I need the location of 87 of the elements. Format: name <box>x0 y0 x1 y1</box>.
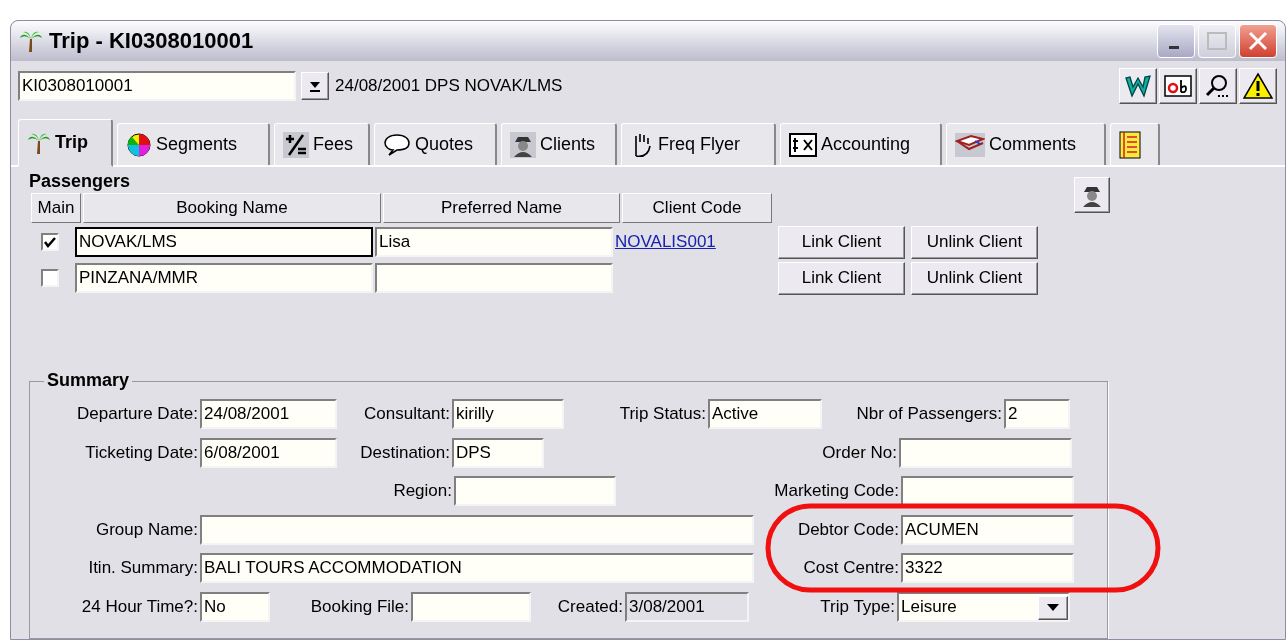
window-title: Trip - KI0308010001 <box>49 28 255 54</box>
client-link-button[interactable]: Link Client <box>778 225 905 259</box>
text-field[interactable]: BALI TOURS ACCOMMODATION <box>200 553 754 584</box>
field-label: 24 Hour Time?: <box>81 596 199 617</box>
field-label: Ticketing Date: <box>85 442 199 463</box>
tab[interactable]: Freq Flyer <box>621 123 776 165</box>
booking-name-field[interactable]: NOVAK/LMS <box>75 227 373 257</box>
field-label: Consultant: <box>364 404 451 424</box>
color-wheel-icon <box>126 131 152 158</box>
field-label: Booking File: <box>310 596 410 617</box>
field-label: Itin. Summary: <box>88 558 199 579</box>
text-field[interactable]: 6/08/2001 <box>200 437 337 468</box>
close-button[interactable] <box>1239 24 1277 58</box>
toolbar-button[interactable] <box>1119 68 1157 104</box>
tab[interactable] <box>1110 123 1160 165</box>
tab[interactable]: Accounting <box>780 123 942 165</box>
client-code-link[interactable]: NOVALIS001 <box>615 232 716 251</box>
field-label: Created: <box>557 596 624 617</box>
tab[interactable]: Trip <box>18 119 113 167</box>
text-field[interactable]: Active <box>708 399 822 429</box>
ledger-icon <box>789 132 817 157</box>
maximize-icon <box>1207 32 1227 50</box>
preferred-name-field[interactable]: Lisa <box>375 227 613 257</box>
trip-summary-text: 24/08/2001 DPS NOVAK/LMS <box>335 76 564 96</box>
text-field[interactable]: ACUMEN <box>901 514 1074 545</box>
zigzag-icon <box>1124 72 1152 100</box>
field-label: Trip Type: <box>820 596 896 617</box>
column-header[interactable]: Booking Name <box>83 193 381 223</box>
minimize-icon <box>1169 45 1179 49</box>
trip-number-field[interactable]: KI0308010001 <box>18 71 296 101</box>
client-link-button[interactable]: Unlink Client <box>911 261 1038 295</box>
tab[interactable]: Comments <box>946 123 1106 165</box>
text-field[interactable] <box>411 591 531 622</box>
caret-icon <box>308 80 322 92</box>
main-checkbox[interactable] <box>41 233 59 251</box>
field-label: Trip Status: <box>619 404 707 424</box>
column-header[interactable]: Client Code <box>622 193 772 223</box>
text-field[interactable] <box>200 514 754 545</box>
field-label: Departure Date: <box>77 404 199 424</box>
plus-minus-icon <box>283 131 309 158</box>
field-label: Debtor Code: <box>797 519 900 540</box>
client-link-button[interactable]: Unlink Client <box>911 225 1038 259</box>
column-header[interactable]: Preferred Name <box>383 193 620 223</box>
warning-icon <box>1243 72 1273 100</box>
notebook-icon <box>1119 130 1141 159</box>
tab[interactable]: Quotes <box>374 123 497 165</box>
close-icon <box>1247 30 1269 52</box>
toolbar-button[interactable] <box>1159 68 1197 104</box>
dropdown-button[interactable] <box>301 72 329 100</box>
caret-icon <box>1047 603 1059 612</box>
group-title: Summary <box>44 370 133 391</box>
book-icon <box>955 132 985 157</box>
field-label: Region: <box>393 481 453 502</box>
spelling-icon <box>1164 74 1192 98</box>
text-field[interactable] <box>899 437 1072 468</box>
field-label: Group Name: <box>95 519 199 540</box>
field-label: Destination: <box>360 442 451 463</box>
text-field[interactable]: kirilly <box>452 399 564 429</box>
booking-name-field[interactable]: PINZANA/MMR <box>75 263 373 293</box>
field-label: Order No: <box>822 442 898 463</box>
text-field[interactable]: 2 <box>1004 399 1070 429</box>
tab[interactable]: Clients <box>501 123 617 165</box>
text-field[interactable] <box>901 476 1074 507</box>
dropdown-field[interactable]: Leisure <box>897 591 1070 622</box>
text-field[interactable]: DPS <box>452 437 544 468</box>
text-field[interactable]: 3322 <box>901 553 1074 584</box>
text-field[interactable] <box>454 476 616 507</box>
client-button[interactable] <box>1074 177 1110 213</box>
speech-bubble-icon <box>383 132 411 157</box>
search-button[interactable] <box>1199 68 1237 104</box>
tab[interactable]: Segments <box>117 123 270 165</box>
field-label: Marketing Code: <box>774 481 900 502</box>
tab[interactable]: Fees <box>274 123 370 165</box>
palm-tree-icon <box>19 29 43 53</box>
field-label: Cost Centre: <box>803 558 900 579</box>
person-icon <box>510 131 536 158</box>
text-field[interactable]: No <box>200 591 270 622</box>
dropdown-button[interactable] <box>1038 595 1068 620</box>
column-header[interactable]: Main <box>31 193 81 223</box>
warning-button[interactable] <box>1239 68 1277 104</box>
client-link-button[interactable]: Link Client <box>778 261 905 295</box>
text-field[interactable]: 24/08/2001 <box>200 399 337 429</box>
main-checkbox[interactable] <box>41 269 59 287</box>
preferred-name-field[interactable] <box>375 263 613 293</box>
section-title: Passengers <box>29 171 132 193</box>
field-label: Nbr of Passengers: <box>856 404 1003 424</box>
minimize-button[interactable] <box>1157 24 1195 58</box>
